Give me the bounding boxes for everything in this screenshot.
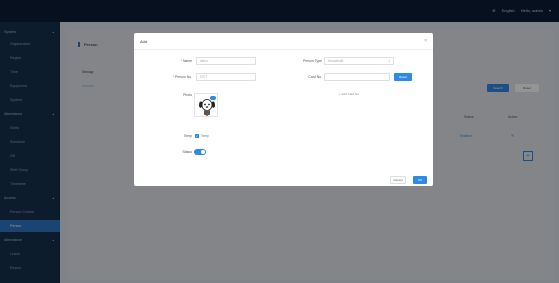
name-label: * Name (180, 59, 192, 63)
person-no-input[interactable] (196, 73, 256, 81)
photo-toggle-badge[interactable] (210, 96, 216, 100)
person-no-label: * Person No. (172, 75, 192, 79)
status-label: Status (182, 150, 192, 154)
toggle-knob (201, 150, 205, 154)
ok-button[interactable]: OK (413, 176, 427, 184)
status-toggle[interactable] (194, 149, 206, 155)
temp-checkbox[interactable]: ✓ (195, 134, 199, 138)
card-no-input[interactable] (324, 73, 390, 81)
add-person-dialog: Add × * Name Person Type Household▾ * Pe… (134, 33, 433, 186)
close-icon[interactable]: × (424, 38, 427, 44)
chevron-down-icon: ▾ (388, 59, 390, 63)
card-reset-button[interactable]: Reset (394, 73, 412, 81)
card-no-label: Card No. (308, 75, 322, 79)
dialog-title: Add (140, 39, 148, 44)
photo-upload[interactable] (194, 93, 218, 117)
name-input[interactable] (196, 57, 256, 65)
temp-checkbox-label: Temp (201, 134, 209, 138)
dialog-divider (134, 49, 433, 50)
person-type-label: Person Type (303, 59, 322, 63)
cancel-button[interactable]: Cancel (390, 176, 406, 184)
photo-label: Photo (183, 93, 192, 97)
temp-label: Temp (183, 134, 192, 138)
person-type-select[interactable]: Household ▾ (324, 57, 394, 65)
add-card-link[interactable]: + Add Card No. (339, 92, 360, 96)
